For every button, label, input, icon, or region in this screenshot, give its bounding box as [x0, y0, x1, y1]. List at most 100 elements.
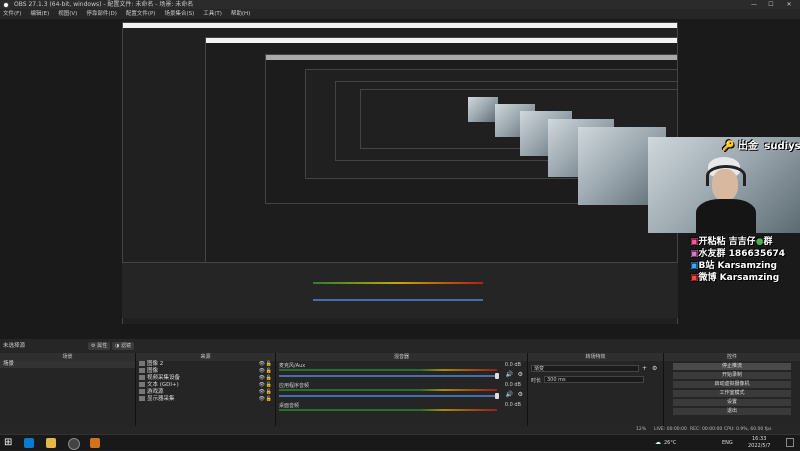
source-item[interactable]: 视频采集设备 👁 🔓: [136, 375, 275, 382]
menu-view[interactable]: 视图(V): [58, 9, 77, 19]
source-item[interactable]: 文本 (GDI+) 👁 🔓: [136, 382, 275, 389]
selected-source-label: 未选择源: [3, 343, 26, 349]
stop-streaming-button[interactable]: 停止推流: [673, 363, 791, 370]
transitions-header: 转场特效: [528, 353, 663, 361]
clock-date[interactable]: 2022/5/7: [748, 443, 770, 449]
file-explorer-icon[interactable]: [46, 438, 56, 448]
volume-meter: [279, 389, 497, 391]
menu-docks[interactable]: 停靠部件(D): [86, 9, 117, 19]
speaker-icon[interactable]: 🔊: [506, 391, 513, 398]
visibility-eye-icon[interactable]: 👁: [259, 375, 265, 382]
nested-slider: [313, 299, 483, 301]
minimize-button[interactable]: —: [746, 0, 762, 9]
start-virtual-camera-button[interactable]: 启动虚拟摄像机: [673, 381, 791, 388]
weather-temp[interactable]: 26°C: [664, 435, 676, 451]
menu-file[interactable]: 文件(F): [3, 9, 21, 19]
source-item[interactable]: 显示器采集 👁 🔓: [136, 396, 275, 403]
lock-icon[interactable]: 🔓: [266, 361, 272, 368]
speaker-icon[interactable]: 🔊: [506, 371, 513, 378]
source-item[interactable]: 图像 👁 🔓: [136, 368, 275, 375]
menu-profile[interactable]: 配置文件(P): [126, 9, 156, 19]
edge-browser-icon[interactable]: [24, 438, 34, 448]
properties-button[interactable]: ⚙ 属性: [88, 342, 111, 350]
filters-button[interactable]: ◑ 滤镜: [112, 342, 134, 350]
gamepad-icon: [139, 389, 145, 394]
weibo-icon: ▣: [690, 273, 699, 283]
visibility-eye-icon[interactable]: 👁: [259, 368, 265, 375]
lock-icon[interactable]: 🔓: [266, 396, 272, 403]
mixer-header: 混音器: [276, 353, 527, 361]
sources-header: 来源: [136, 353, 275, 361]
duration-input[interactable]: 300 ms: [544, 376, 644, 383]
source-item[interactable]: 游戏源 👁 🔓: [136, 389, 275, 396]
gear-icon: ⚙: [91, 343, 96, 349]
camera-icon: [139, 375, 145, 380]
key-icon: 🔑: [722, 141, 735, 152]
weather-icon[interactable]: ☁: [655, 435, 661, 451]
streamer-name-label: 🔑 出金 sudiys: [722, 141, 800, 152]
lock-icon[interactable]: 🔓: [266, 368, 272, 375]
add-transition-icon[interactable]: +: [642, 365, 647, 372]
channel-db: 0.0 dB: [504, 362, 521, 368]
image-icon: [139, 368, 145, 373]
source-item[interactable]: 图像 2 👁 🔓: [136, 361, 275, 368]
menu-bar: 文件(F) 编辑(E) 视图(V) 停靠部件(D) 配置文件(P) 场景集合(S) 工具(T…: [0, 9, 800, 19]
volume-slider-knob[interactable]: [495, 373, 499, 379]
volume-slider-knob[interactable]: [495, 393, 499, 399]
webcam-thumb-1: [468, 97, 498, 122]
frames-dropped: 12%: [636, 427, 647, 432]
cpu-fps: CPU: 0.9%, 60.00 fps: [724, 427, 772, 432]
menu-scene-collection[interactable]: 场景集合(S): [164, 9, 194, 19]
filter-icon: ◑: [115, 343, 120, 349]
mixer-channel: 应用程序音频 0.0 dB 🔊 ⚙: [276, 381, 527, 401]
lock-icon[interactable]: 🔓: [266, 382, 272, 389]
channel-name: 桌面音频: [279, 403, 300, 409]
game-taskbar-icon[interactable]: [90, 438, 100, 448]
visibility-eye-icon[interactable]: 👁: [259, 361, 265, 368]
windows-start-icon[interactable]: ⊞: [4, 437, 12, 448]
duration-label: 时长: [531, 378, 542, 384]
monitor-icon: [139, 396, 145, 401]
exit-button[interactable]: 退出: [673, 408, 791, 415]
volume-slider[interactable]: [279, 393, 499, 399]
overlay-line-4: ▣微博 Karsamzing: [690, 273, 780, 283]
clock-time[interactable]: 16:33: [752, 436, 766, 442]
volume-slider[interactable]: [279, 373, 499, 379]
source-toolbar: 未选择源 ⚙ 属性 ◑ 滤镜: [0, 339, 800, 353]
lock-icon[interactable]: 🔓: [266, 389, 272, 396]
image-icon: [139, 361, 145, 366]
volume-meter: [279, 369, 497, 371]
rec-timer: REC: 00:00:00: [690, 427, 723, 432]
start-recording-button[interactable]: 开始录制: [673, 372, 791, 379]
gear-icon[interactable]: ⚙: [518, 371, 523, 378]
gear-icon[interactable]: ⚙: [652, 365, 657, 372]
visibility-eye-icon[interactable]: 👁: [259, 396, 265, 403]
windows-taskbar: ⊞ ☁ 26°C ENG 16:33 2022/5/7: [0, 434, 800, 450]
menu-edit[interactable]: 编辑(E): [30, 9, 49, 19]
channel-db: 0.0 dB: [504, 402, 521, 408]
settings-button[interactable]: 设置: [673, 399, 791, 406]
scenes-header: 场景: [0, 353, 135, 361]
gear-icon[interactable]: ⚙: [518, 391, 523, 398]
language-indicator[interactable]: ENG: [722, 435, 733, 451]
lock-icon[interactable]: 🔓: [266, 375, 272, 382]
status-bar: 12% LIVE: 00:00:00 REC: 00:00:00 CPU: 0.…: [0, 426, 800, 434]
visibility-eye-icon[interactable]: 👁: [259, 382, 265, 389]
scene-item[interactable]: 场景: [0, 361, 135, 368]
nested-taskbar: [122, 324, 678, 334]
maximize-button[interactable]: ☐: [763, 0, 779, 9]
menu-tools[interactable]: 工具(T): [203, 9, 222, 19]
studio-mode-button[interactable]: 工作室模式: [673, 390, 791, 397]
scene-transitions-dock: 转场特效 渐变 + ⚙ 时长 300 ms: [528, 353, 664, 434]
menu-help[interactable]: 帮助(H): [231, 9, 250, 19]
visibility-eye-icon[interactable]: 👁: [259, 389, 265, 396]
notification-icon[interactable]: [786, 438, 794, 447]
sources-dock: 来源 图像 2 👁 🔓 图像 👁 🔓 视频采集设备 👁 🔓 文本 (GDI+) 👁 🔓 游戏源 👁…: [136, 353, 276, 434]
close-button[interactable]: ✕: [781, 0, 797, 9]
preview-canvas[interactable]: 🔑 出金 sudiys ▣开粘粘 吉吉仔●群 ▣水友群 186635674 ▣B…: [0, 19, 800, 339]
obs-taskbar-icon[interactable]: [68, 438, 80, 450]
transition-select[interactable]: 渐变: [531, 365, 639, 372]
controls-dock: 控件 停止推流 开始录制 启动虚拟摄像机 工作室模式 设置 退出: [664, 353, 800, 434]
mixer-channel: 桌面音频 0.0 dB: [276, 401, 527, 421]
controls-header: 控件: [664, 353, 800, 361]
